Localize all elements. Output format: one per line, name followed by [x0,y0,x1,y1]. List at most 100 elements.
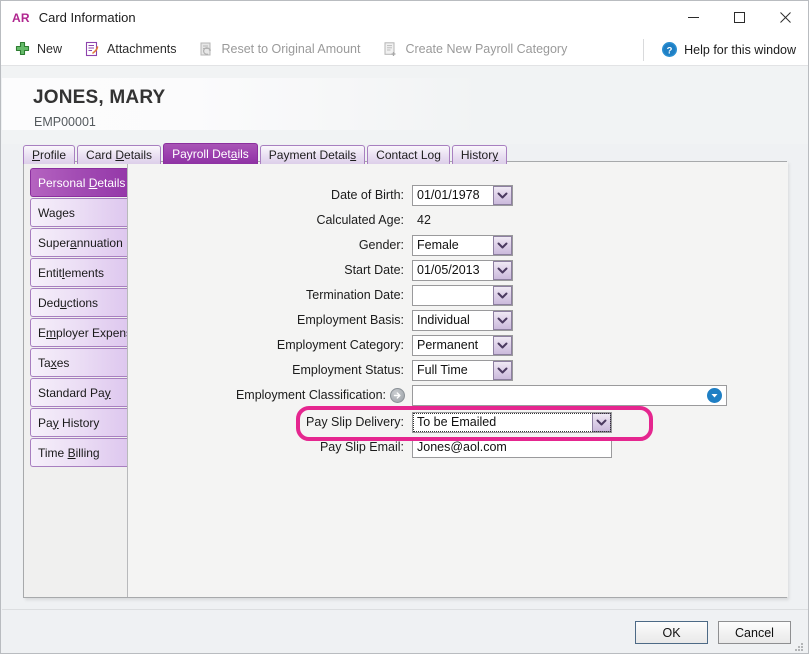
employment-basis-select[interactable]: Individual [412,310,513,331]
new-button-label: New [37,42,63,57]
ok-button[interactable]: OK [635,621,708,644]
sidebar-item-time-billing[interactable]: Time Billing [30,438,130,467]
tab-history[interactable]: History [451,145,508,164]
attachment-document-icon [84,41,101,58]
toolbar-divider [643,38,645,61]
tab-contact-log[interactable]: Contact Log [367,145,450,164]
employment-status-label: Employment Status: [292,363,404,377]
date-of-birth-value: 01/01/1978 [417,188,480,202]
help-question-icon: ? [661,41,678,58]
attachments-button[interactable]: Attachments [75,37,185,63]
chevron-down-icon[interactable] [493,336,512,355]
calculated-age-value: 42 [417,213,431,227]
sidebar-item-entitlements[interactable]: Entitlements [30,258,130,287]
card-information-window: AR Card Information New Attachments Rese… [0,0,809,654]
employment-basis-label: Employment Basis: [297,313,404,327]
tab-payment-details[interactable]: Payment Details [259,145,366,164]
create-new-payroll-category-button: Create New Payroll Category [373,37,576,63]
minimize-icon[interactable] [670,1,716,34]
blue-chevron-down-icon[interactable] [707,388,722,403]
field-row-pay-slip-email: Pay Slip Email: Jones@aol.com [128,437,789,458]
tab-payroll-details-label: Payroll Details [172,147,249,161]
pay-slip-email-input[interactable]: Jones@aol.com [412,437,612,458]
field-row-termination-date: Termination Date: [128,285,789,306]
create-new-payroll-category-label: Create New Payroll Category [405,42,568,57]
field-row-gender: Gender: Female [128,235,789,256]
field-row-employment-status: Employment Status: Full Time [128,360,789,381]
chevron-down-icon[interactable] [493,186,512,205]
sidebar-item-taxes[interactable]: Taxes [30,348,130,377]
help-for-this-window-button[interactable]: ? Help for this window [652,37,808,63]
employee-name: JONES, MARY [33,87,166,108]
chevron-down-icon[interactable] [493,261,512,280]
gender-select[interactable]: Female [412,235,513,256]
sidebar-item-standard-pay[interactable]: Standard Pay [30,378,130,407]
chevron-down-icon[interactable] [493,286,512,305]
sidebar-item-label: Personal Details [38,175,126,190]
sidebar-item-label: Entitlements [38,265,105,280]
reset-to-original-amount-button: Reset to Original Amount [190,37,370,63]
tab-payroll-details[interactable]: Payroll Details [163,143,258,164]
toolbar-right-group: ? Help for this window [643,37,808,63]
pay-slip-email-value: Jones@aol.com [417,440,507,454]
toolbar: New Attachments Reset to Original Amount… [1,34,808,66]
reset-to-original-amount-label: Reset to Original Amount [221,42,361,57]
start-date-input[interactable]: 01/05/2013 [412,260,513,281]
payroll-sidebar: Personal Details Wages Superannuation En… [24,162,130,597]
sidebar-item-label: Time Billing [38,445,100,460]
svg-text:?: ? [667,45,673,56]
calculated-age-label: Calculated Age: [316,213,404,227]
app-badge: AR [12,10,30,25]
cancel-button[interactable]: Cancel [718,621,791,644]
employment-classification-input[interactable] [412,385,727,406]
chevron-down-icon[interactable] [493,311,512,330]
chevron-down-icon[interactable] [493,236,512,255]
tab-card-details[interactable]: Card Details [77,145,162,164]
cancel-button-label: Cancel [735,625,774,640]
termination-date-label: Termination Date: [306,288,404,302]
employment-category-select[interactable]: Permanent [412,335,513,356]
sidebar-item-label: Deductions [38,295,99,310]
tab-contact-log-label: Contact Log [376,148,441,162]
employment-category-value: Permanent [417,338,479,352]
close-icon[interactable] [762,1,808,34]
tab-profile[interactable]: Profile [23,145,76,164]
maximize-icon[interactable] [716,1,762,34]
employee-id: EMP00001 [34,115,96,129]
ok-button-label: OK [662,625,681,640]
drill-down-arrow-icon[interactable] [390,388,405,403]
sidebar-item-employer-expenses[interactable]: Employer Expenses [30,318,130,347]
sidebar-item-pay-history[interactable]: Pay History [30,408,130,437]
field-row-calculated-age: Calculated Age: 42 [128,210,789,231]
title-bar: AR Card Information [1,1,808,34]
window-title: Card Information [38,10,136,25]
gender-value: Female [417,238,459,252]
employment-status-select[interactable]: Full Time [412,360,513,381]
employment-classification-label: Employment Classification: [235,388,386,402]
resize-grip[interactable] [794,639,804,651]
help-label: Help for this window [684,42,796,57]
pay-slip-delivery-select[interactable]: To be Emailed [412,412,612,433]
pay-slip-delivery-label: Pay Slip Delivery: [306,415,404,429]
sidebar-item-deductions[interactable]: Deductions [30,288,130,317]
new-button[interactable]: New [5,37,71,63]
sidebar-item-superannuation[interactable]: Superannuation [30,228,130,257]
chevron-down-icon[interactable] [592,413,611,432]
termination-date-input[interactable] [412,285,513,306]
tab-payment-details-label: Payment Details [268,148,357,162]
sidebar-item-label: Wages [38,205,75,220]
tab-history-label: History [460,148,499,162]
sidebar-item-personal-details[interactable]: Personal Details [30,168,130,197]
start-date-value: 01/05/2013 [417,263,480,277]
field-row-date-of-birth: Date of Birth: 01/01/1978 [128,185,789,206]
date-of-birth-input[interactable]: 01/01/1978 [412,185,513,206]
sidebar-item-label: Taxes [38,355,70,370]
plus-icon [14,41,31,58]
chevron-down-icon[interactable] [493,361,512,380]
field-row-pay-slip-delivery: Pay Slip Delivery: To be Emailed [128,412,789,433]
sidebar-item-wages[interactable]: Wages [30,198,130,227]
employment-basis-value: Individual [417,313,470,327]
employment-status-value: Full Time [417,363,468,377]
tab-profile-label: Profile [32,148,67,162]
employment-category-label: Employment Category: [276,338,404,352]
